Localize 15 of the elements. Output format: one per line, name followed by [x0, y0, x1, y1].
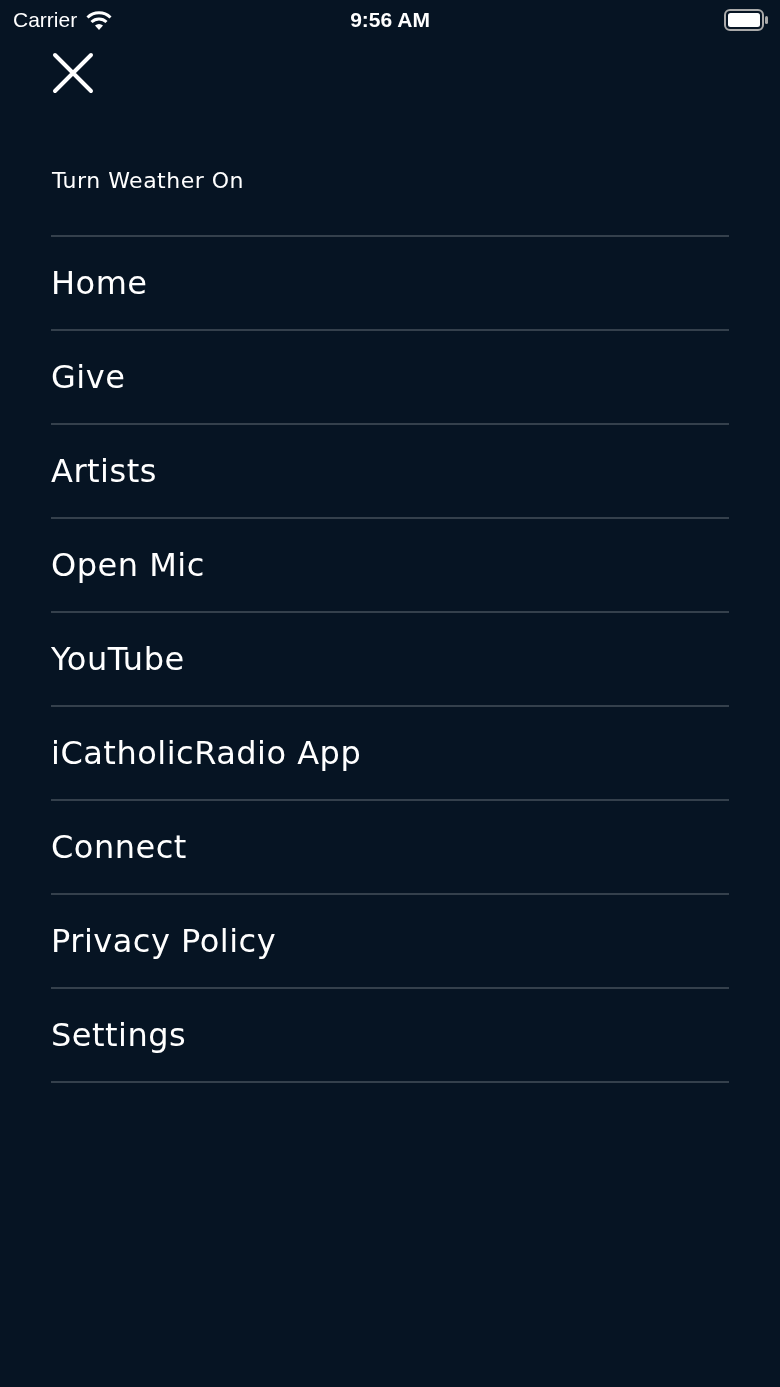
- close-button[interactable]: [52, 52, 94, 94]
- wifi-icon: [85, 10, 114, 30]
- battery-icon: [724, 9, 768, 31]
- menu-item[interactable]: iCatholicRadio App: [51, 734, 362, 772]
- menu-item[interactable]: Connect: [51, 828, 187, 866]
- menu-item[interactable]: Open Mic: [51, 546, 205, 584]
- menu-item[interactable]: Privacy Policy: [51, 922, 277, 960]
- menu-item[interactable]: Artists: [51, 452, 157, 490]
- menu-item[interactable]: YouTube: [51, 640, 185, 678]
- weather-toggle[interactable]: Turn Weather On: [52, 168, 245, 193]
- menu-item[interactable]: Give: [51, 358, 126, 396]
- carrier-name: Carrier: [13, 8, 78, 32]
- menu-item[interactable]: Settings: [51, 1016, 187, 1054]
- menu-item[interactable]: Home: [51, 264, 148, 302]
- clock-time: 9:56 AM: [350, 8, 430, 32]
